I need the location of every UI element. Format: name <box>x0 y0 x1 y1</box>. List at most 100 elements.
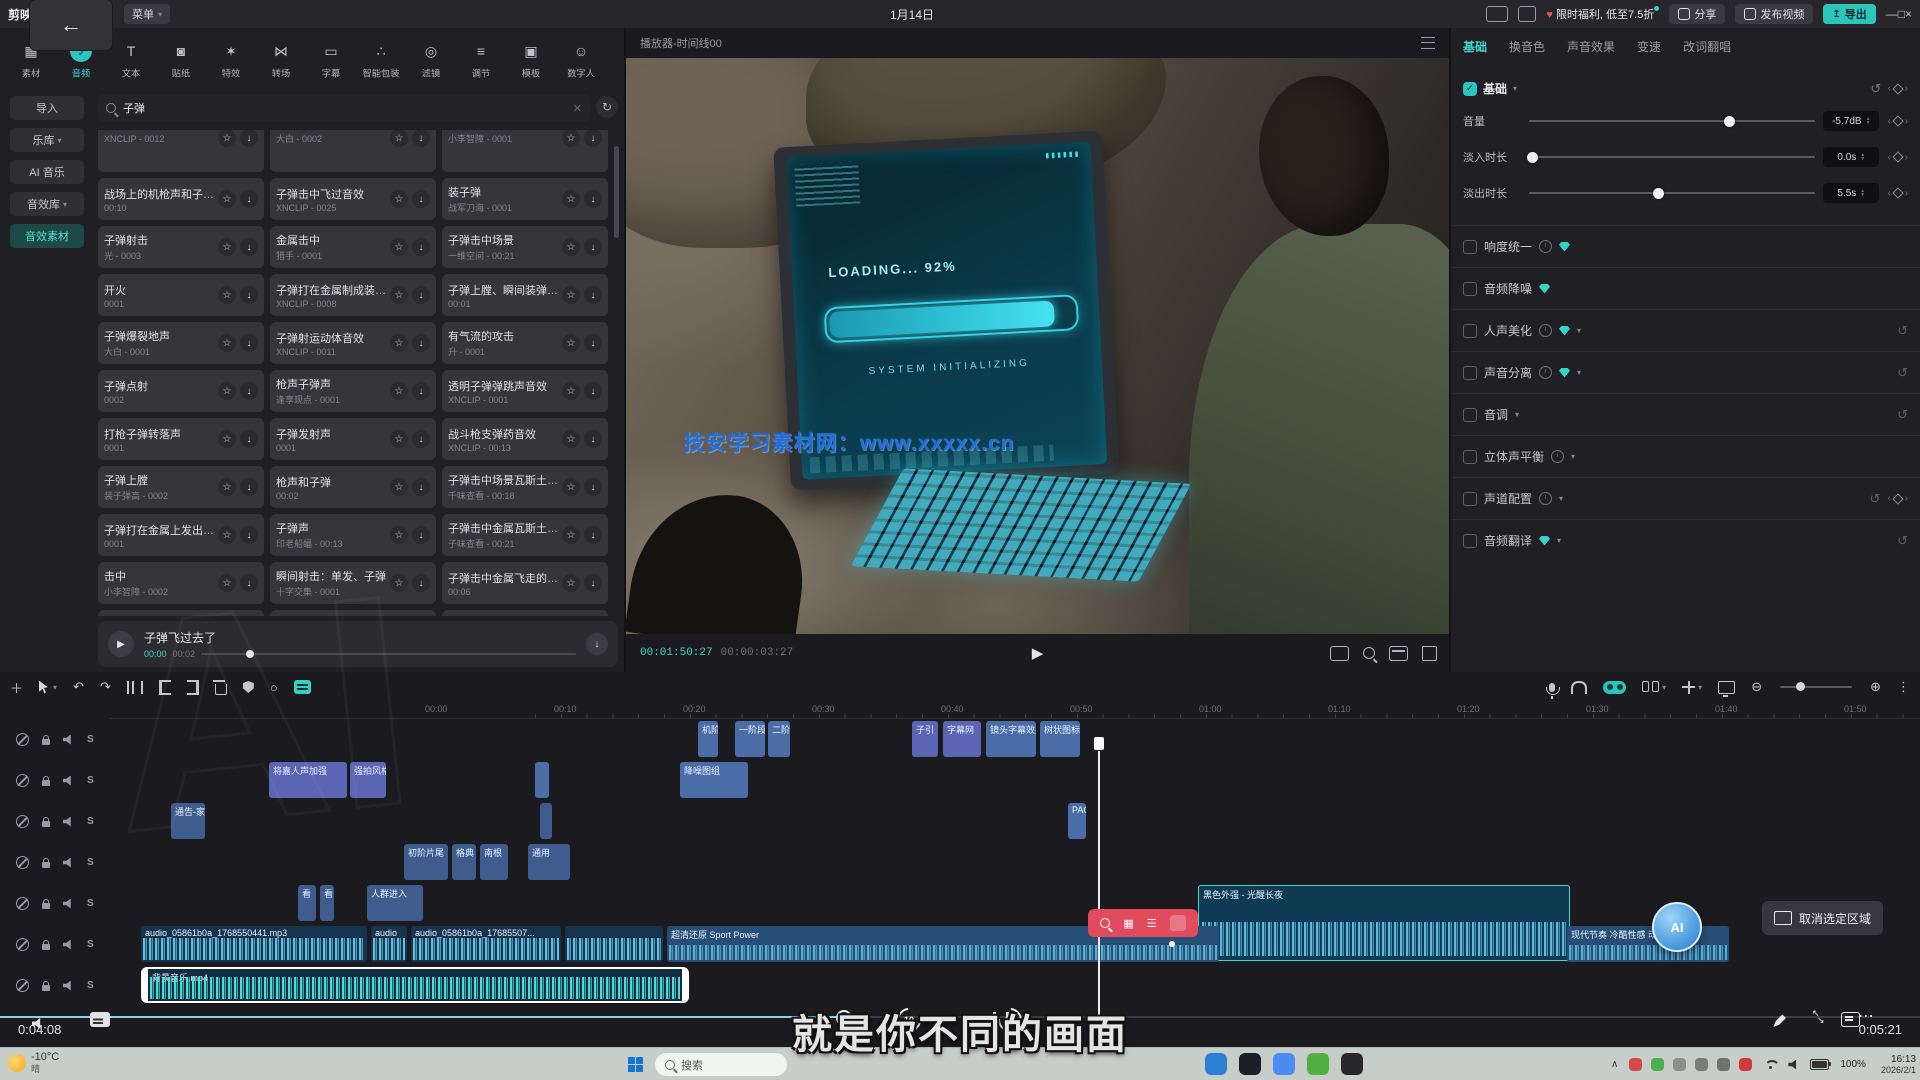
timeline-clip[interactable] <box>565 926 663 962</box>
progress-bar[interactable] <box>201 653 576 655</box>
favorite-button[interactable]: ☆ <box>390 334 408 352</box>
sound-card[interactable]: 战场上的机枪声和子弹穿梭...00:10☆↓ <box>98 178 264 220</box>
download-button[interactable]: ↓ <box>240 382 258 400</box>
checkbox[interactable] <box>1463 366 1477 380</box>
minimize-button[interactable]: — <box>1886 7 1898 21</box>
speaker-icon[interactable] <box>1788 1060 1799 1070</box>
chevron-down-icon[interactable]: ▾ <box>1577 368 1581 377</box>
checkbox[interactable] <box>1463 240 1477 254</box>
reset-icon[interactable]: ↺ <box>1870 81 1881 97</box>
reset-icon[interactable]: ↺ <box>1897 365 1908 381</box>
sound-card[interactable]: 子弹射击光 - 0003☆↓ <box>98 226 264 268</box>
hide-track-icon[interactable] <box>16 733 29 746</box>
favorite-button[interactable]: ☆ <box>562 526 580 544</box>
slider-track[interactable] <box>1529 120 1815 122</box>
download-button[interactable]: ↓ <box>412 190 430 208</box>
mute-track-icon[interactable] <box>63 735 74 745</box>
slider-handle[interactable] <box>1653 188 1664 199</box>
download-button[interactable]: ↓ <box>240 478 258 496</box>
sound-card[interactable]: 小李智障 - 0001☆↓ <box>442 130 608 172</box>
checkbox[interactable] <box>1463 534 1477 548</box>
favorite-button[interactable]: ☆ <box>562 190 580 208</box>
download-button[interactable]: ↓ <box>584 190 602 208</box>
timeline-clip[interactable]: PAC <box>1068 803 1086 839</box>
solo-track-icon[interactable]: S <box>87 775 94 786</box>
mute-track-icon[interactable] <box>63 899 74 909</box>
checkbox[interactable] <box>1463 450 1477 464</box>
sound-card[interactable]: 大白 - 0002☆↓ <box>270 130 436 172</box>
download-button[interactable]: ↓ <box>412 130 430 147</box>
sidebar-item-sfx-assets[interactable]: 音效素材 <box>10 224 84 248</box>
timeline-clip[interactable] <box>535 762 549 798</box>
sound-card[interactable]: 子弹击中场景一维空间 - 00:21☆↓ <box>442 226 608 268</box>
timeline-clip[interactable]: 南根 <box>480 844 508 880</box>
favorite-button[interactable]: ☆ <box>562 430 580 448</box>
trim-right-button[interactable] <box>187 680 199 695</box>
timeline-clip[interactable]: audio_05861b0a_1768550441.mp3 <box>141 926 367 962</box>
redo-button[interactable]: ↷ <box>100 679 111 695</box>
download-button[interactable]: ↓ <box>584 286 602 304</box>
sound-card[interactable]: 击中小李智障 - 0002☆↓ <box>98 562 264 604</box>
undo-button[interactable]: ↶ <box>73 679 84 695</box>
panel-layout-icon[interactable] <box>1518 6 1536 22</box>
keyframe-dot[interactable] <box>1169 941 1175 947</box>
favorite-button[interactable]: ☆ <box>562 238 580 256</box>
tab-sticker[interactable]: ◙贴纸 <box>156 32 206 88</box>
hide-track-icon[interactable] <box>16 856 29 869</box>
download-button[interactable]: ↓ <box>412 238 430 256</box>
selection-handle-icon[interactable] <box>1170 915 1186 931</box>
timeline-clip[interactable]: 树状图标 <box>1040 721 1080 757</box>
download-button[interactable]: ↓ <box>240 190 258 208</box>
stepper-icons[interactable]: ▲▼ <box>1860 189 1865 197</box>
download-button[interactable]: ↓ <box>412 286 430 304</box>
snap-button[interactable] <box>1571 681 1587 694</box>
preview-play-button[interactable]: ▶ <box>1032 644 1044 662</box>
checkbox[interactable] <box>1463 324 1477 338</box>
favorite-button[interactable]: ☆ <box>562 574 580 592</box>
timeline-clip[interactable]: 机阶 <box>698 721 718 757</box>
hide-track-icon[interactable] <box>16 774 29 787</box>
wifi-icon[interactable] <box>1763 1059 1777 1071</box>
section-toggle-icon[interactable] <box>1463 82 1477 96</box>
record-voice-button[interactable] <box>1549 683 1555 692</box>
reset-icon[interactable]: ↺ <box>1897 323 1908 339</box>
layout-icon[interactable] <box>1486 6 1508 22</box>
timeline-clip[interactable]: 强拍风格 <box>350 762 386 798</box>
checkbox[interactable] <box>1463 282 1477 296</box>
collapse-icon[interactable]: ↖ ↘ <box>1812 1010 1827 1025</box>
split-button[interactable] <box>127 681 143 694</box>
sound-card[interactable]: 子弹发射声0001☆↓ <box>270 418 436 460</box>
timeline-clip[interactable]: 初阶片尾 <box>404 844 448 880</box>
mute-track-icon[interactable] <box>63 776 74 786</box>
download-button[interactable]: ↓ <box>584 238 602 256</box>
favorite-button[interactable]: ☆ <box>390 238 408 256</box>
sound-card[interactable]: 有气流的攻击升 - 0001☆↓ <box>442 322 608 364</box>
tab-smart-pack[interactable]: ∴智能包装 <box>356 32 406 88</box>
select-tool-button[interactable]: ▾ <box>39 681 57 694</box>
favorite-button[interactable]: ☆ <box>218 238 236 256</box>
download-button[interactable]: ↓ <box>412 334 430 352</box>
favorite-button[interactable]: ☆ <box>390 286 408 304</box>
sound-card[interactable]: 子弹击中飞过音效XNCLIP - 0025☆↓ <box>270 178 436 220</box>
download-button[interactable]: ↓ <box>412 478 430 496</box>
cover-button[interactable] <box>1718 681 1735 694</box>
clear-search-icon[interactable]: ✕ <box>573 102 582 115</box>
battery-icon[interactable] <box>1810 1059 1829 1070</box>
sound-card[interactable]: 子弹打在金属上发出的声音0001☆↓ <box>98 610 264 616</box>
timeline-clip[interactable]: 通告-家 <box>171 803 205 839</box>
tab-effects[interactable]: ✶特效 <box>206 32 256 88</box>
tab-transition[interactable]: ⋈转场 <box>256 32 306 88</box>
sound-card[interactable]: 枪声和子弹00:02☆↓ <box>270 466 436 508</box>
sound-card[interactable]: 子弹射运动体音效XNCLIP - 0011☆↓ <box>270 322 436 364</box>
favorite-button[interactable]: ☆ <box>390 574 408 592</box>
sidebar-item-sfx-library[interactable]: 音效库▾ <box>10 192 84 216</box>
ratio-icon[interactable] <box>1389 646 1408 661</box>
tab-改词翻唱[interactable]: 改词翻唱 <box>1683 38 1731 64</box>
timeline-clip[interactable]: 背景音乐.mp4 <box>141 967 689 1003</box>
download-button[interactable]: ↓ <box>412 574 430 592</box>
favorite-button[interactable]: ☆ <box>562 334 580 352</box>
selection-toolbar[interactable]: ▦☰ <box>1088 909 1198 937</box>
close-button[interactable]: × <box>1905 7 1912 21</box>
tab-digital-human[interactable]: ☺数字人 <box>556 32 606 88</box>
sound-card[interactable]: 子弹上膛、瞬间装弹音效00:01☆↓ <box>442 274 608 316</box>
